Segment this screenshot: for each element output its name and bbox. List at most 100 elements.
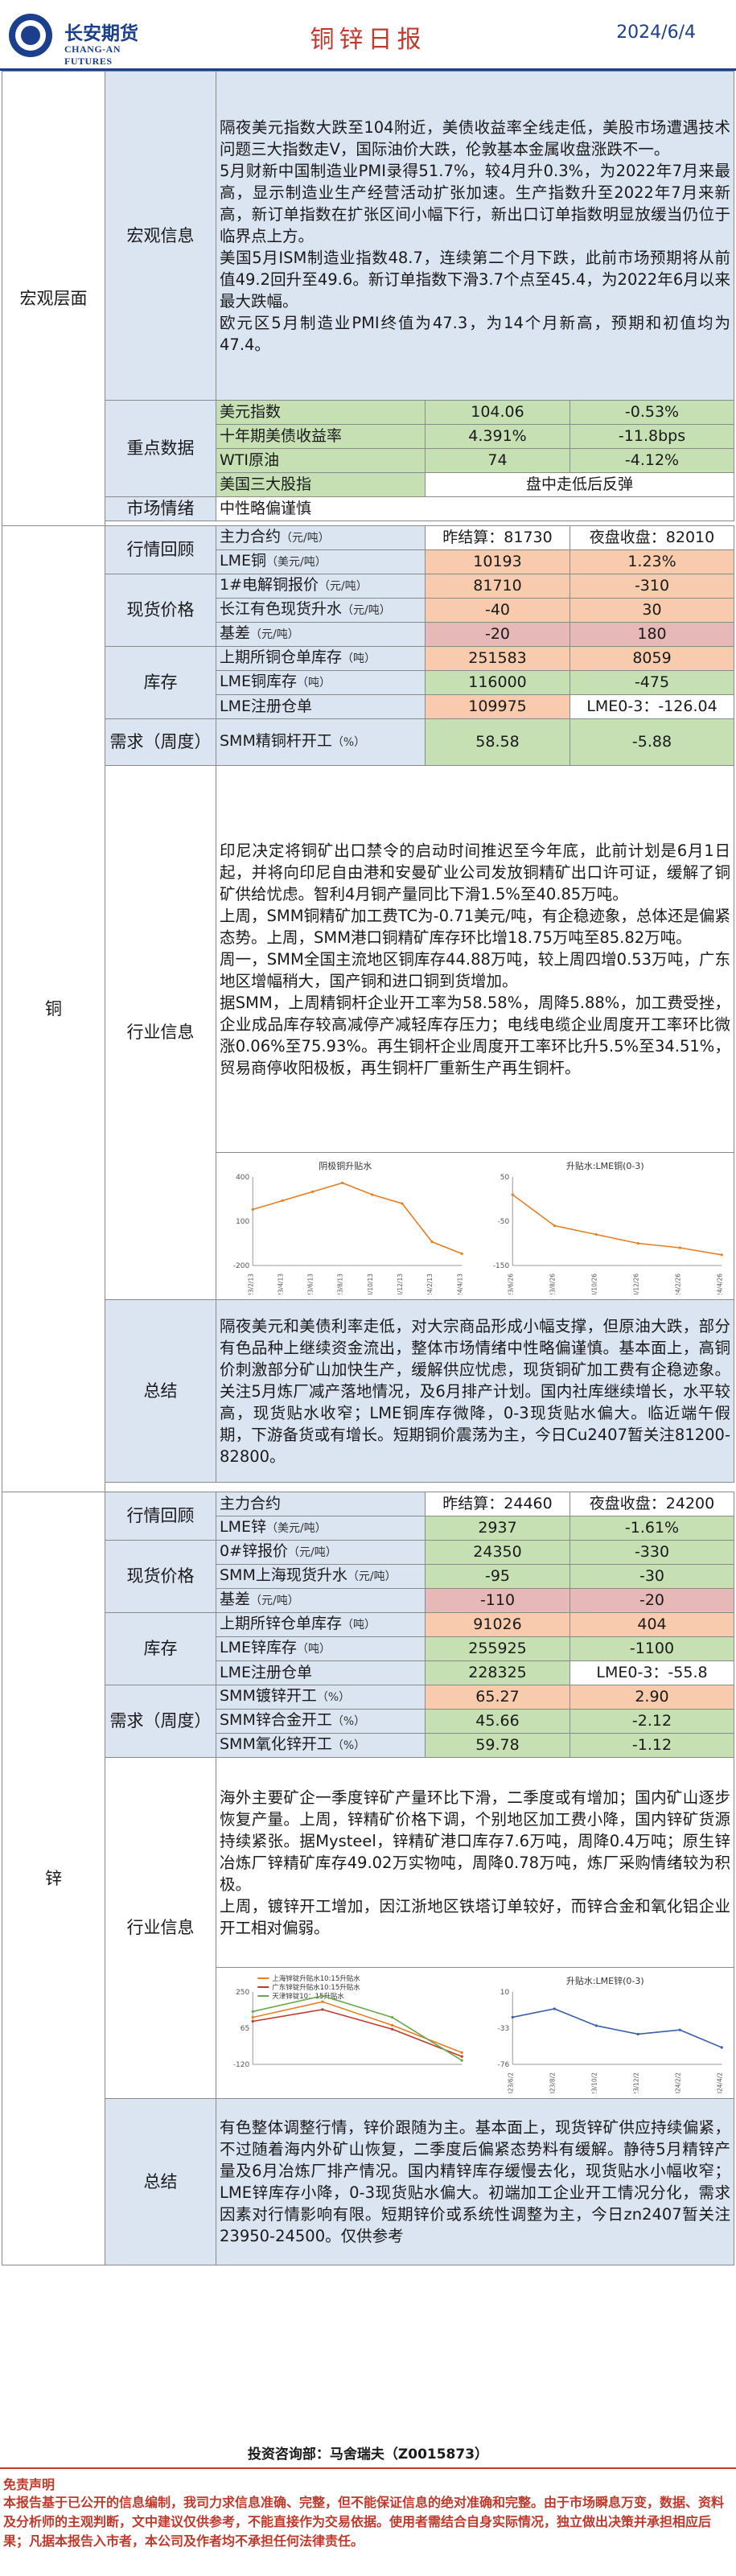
x-tick-label: 2024/4/26 xyxy=(716,1274,723,1294)
zn-stock-name: LME锌库存（吨） xyxy=(216,1636,426,1661)
zn-lme-spread: LME0-3：-55.8 xyxy=(569,1660,734,1685)
key-row-value: 盘中走低后反弹 xyxy=(425,472,734,497)
cu-summary-text: 隔夜美元和美债利率走低，对大宗商品形成小幅支撑，但原油大跌，部分有色品种上继续资… xyxy=(216,1299,734,1483)
zn-industry-label: 行业信息 xyxy=(105,1757,216,2099)
zn-spot-name: 0#锌报价（元/吨） xyxy=(216,1540,426,1565)
cu-lme-label: LME铜 xyxy=(220,552,266,570)
row-name: 上期所锌仓单库存 xyxy=(220,1615,343,1632)
sentiment-label: 市场情绪 xyxy=(105,496,216,521)
macro-info-content: 隔夜美元指数大跌至104附近，美债收益率全线走低，美股市场遭遇技术问题三大指数走… xyxy=(220,117,730,354)
x-tick-label: 2024/2/13 xyxy=(426,1274,434,1294)
data-point xyxy=(460,2051,463,2055)
cu-stock-name: 上期所铜仓单库存（吨） xyxy=(216,646,426,671)
key-row-value: 4.391% xyxy=(425,424,570,449)
key-row-name: 美国三大股指 xyxy=(216,472,426,497)
zn-demand-change: -2.12 xyxy=(569,1709,734,1734)
data-point xyxy=(321,2008,324,2011)
zn-quote-label: 行情回顾 xyxy=(105,1492,216,1541)
key-row-change: -0.53% xyxy=(569,400,734,425)
zn-demand-name: SMM镀锌开工（%） xyxy=(216,1685,426,1710)
zn-main-contract: 主力合约 xyxy=(216,1492,426,1516)
row-name: 基差 xyxy=(220,624,251,642)
data-point xyxy=(310,1190,315,1193)
unit-label: （%） xyxy=(316,1691,351,1704)
x-tick-label: 2024/2/2 xyxy=(674,2072,681,2093)
data-point xyxy=(636,1241,639,1245)
zn-demand-value: 65.27 xyxy=(425,1685,570,1710)
unit-label: （元/吨） xyxy=(288,1546,337,1559)
cu-charts: 阴极铜升贴水 -200 100 400 2023/2/13 2023/4/13 2023/6… xyxy=(216,1152,734,1300)
row-name: LME铜库存 xyxy=(220,673,297,690)
x-tick-label: 2024/4/13 xyxy=(456,1274,463,1294)
row-name: SMM氧化锌开工 xyxy=(220,1735,332,1753)
zn-summary-text: 有色整体调整行情，锌价跟随为主。基本面上，现货锌矿供应持续偏紧，不过随着海内外矿… xyxy=(216,2098,734,2265)
zn-demand-value: 59.78 xyxy=(425,1733,570,1758)
cu-lme: LME铜（美元/吨） xyxy=(216,549,426,574)
data-point xyxy=(594,2024,598,2027)
unit-label: （元/吨） xyxy=(347,1570,397,1583)
analyst-line: 投资咨询部：马舍瑞夫（Z0015873） xyxy=(0,2438,736,2469)
unit-label: （元/吨） xyxy=(342,604,391,617)
cu-spot-label: 现货价格 xyxy=(105,574,216,647)
zn-lme-price: 2937 xyxy=(425,1516,570,1541)
section-zinc: 锌 xyxy=(2,1492,105,2265)
series-line xyxy=(253,2001,463,2054)
key-data-label: 重点数据 xyxy=(105,400,216,497)
cu-spot-value: 81710 xyxy=(425,574,570,599)
data-point xyxy=(594,1232,598,1237)
zn-premium-chart: 上海锌锭升贴水10:15升贴水广东锌锭升贴水10:15升贴水天津锌锭10：15升… xyxy=(233,1974,463,2069)
cu-warrant-value: 109975 xyxy=(425,694,570,719)
unit-label: （吨） xyxy=(296,1643,331,1656)
zn-demand-name: SMM锌合金开工（%） xyxy=(216,1709,426,1734)
unit-label: （%） xyxy=(331,736,366,749)
zn-spot-label: 现货价格 xyxy=(105,1540,216,1613)
key-row-value: 74 xyxy=(425,448,570,473)
data-point xyxy=(341,1181,344,1184)
data-point xyxy=(720,2046,723,2049)
unit-label: （元/吨） xyxy=(319,580,368,593)
data-point xyxy=(636,2032,639,2036)
x-tick-label: 2023/8/13 xyxy=(337,1274,344,1294)
cu-spot-name: 长江有色现货升水（元/吨） xyxy=(216,598,426,623)
data-point xyxy=(281,1199,284,1202)
row-name: LME锌库存 xyxy=(220,1639,297,1656)
cu-stock-label: 库存 xyxy=(105,646,216,719)
key-row-change: -11.8bps xyxy=(569,424,734,449)
zn-demand-label: 需求（周度） xyxy=(105,1685,216,1758)
zn-main-night: 夜盘收盘：24200 xyxy=(569,1492,734,1516)
cu-lme-change: 1.23% xyxy=(569,549,734,574)
cu-lme-price: 10193 xyxy=(425,549,570,574)
unit-label: （元/吨） xyxy=(281,532,330,545)
series-line xyxy=(253,2009,463,2058)
zn-spot-value: 24350 xyxy=(425,1540,570,1565)
zn-stock-name: 上期所锌仓单库存（吨） xyxy=(216,1612,426,1637)
zn-demand-change: 2.90 xyxy=(569,1685,734,1710)
key-row-name: 美元指数 xyxy=(216,400,426,425)
cu-industry-text: 印尼决定将铜矿出口禁令的启动时间推迟至今年底，此前计划是6月1日起，并将向印尼自… xyxy=(216,765,734,1153)
cu-lme-spread-chart: 升贴水:LME铜(0-3) -150 -50 50 2023/6/26 2023/8/26… xyxy=(492,1160,723,1294)
x-tick-label: 2024/2/26 xyxy=(674,1274,681,1294)
row-name: SMM上海现货升水 xyxy=(220,1566,347,1584)
unit-label: （吨） xyxy=(342,1619,376,1632)
cu-stock-name: LME铜库存（吨） xyxy=(216,670,426,695)
x-tick-label: 2023/6/26 xyxy=(507,1274,514,1294)
x-tick-label: 2023/6/13 xyxy=(307,1274,315,1294)
data-point xyxy=(390,2023,394,2027)
row-name: SMM精铜杆开工 xyxy=(220,732,332,750)
y-tick-label: 100 xyxy=(236,1218,249,1226)
disclaimer-text: 本报告基于已公开的信息编制，我司力求信息准确、完整，但不能保证信息的绝对准确和完… xyxy=(3,2495,725,2549)
section-macro: 宏观层面 xyxy=(2,71,105,526)
x-tick-label: 2023/12/2 xyxy=(632,2072,639,2093)
data-point xyxy=(430,1241,434,1244)
data-point xyxy=(321,2000,324,2003)
chart-title: 升贴水:LME铜(0-3) xyxy=(565,1160,643,1171)
cu-stock-value: 116000 xyxy=(425,670,570,695)
cu-warrant-name: LME注册仓单 xyxy=(216,694,426,719)
x-tick-label: 2023/4/13 xyxy=(277,1274,284,1294)
zn-stock-value: 91026 xyxy=(425,1612,570,1637)
data-point xyxy=(390,2016,394,2019)
zn-spot-value: -95 xyxy=(425,1564,570,1589)
zn-stock-change: 404 xyxy=(569,1612,734,1637)
zn-summary-label: 总结 xyxy=(105,2098,216,2265)
x-tick-label: 2024/4/2 xyxy=(716,2072,723,2093)
